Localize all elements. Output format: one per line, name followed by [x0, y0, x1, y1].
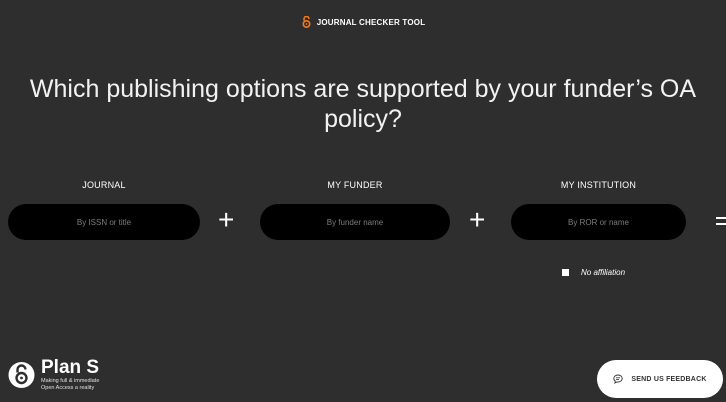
no-affiliation-option[interactable]: No affiliation	[562, 268, 625, 277]
journal-checker-page: JOURNAL CHECKER TOOL Which publishing op…	[0, 0, 726, 402]
speech-bubble-icon	[613, 374, 624, 384]
institution-label: MY INSTITUTION	[560, 180, 637, 190]
plan-s-text: Plan S Making full & immediate Open Acce…	[41, 358, 99, 392]
no-affiliation-label: No affiliation	[581, 268, 626, 277]
funder-label: MY FUNDER	[327, 180, 383, 190]
journal-input[interactable]	[8, 204, 200, 240]
plan-s-title: Plan S	[41, 357, 100, 378]
tool-name: JOURNAL CHECKER TOOL	[316, 17, 426, 27]
no-affiliation-checkbox[interactable]	[562, 269, 569, 276]
plan-s-logo-icon	[8, 362, 35, 388]
open-access-lock-icon	[302, 16, 311, 28]
institution-input[interactable]	[511, 204, 686, 240]
plan-s-tagline-1: Making full & immediate	[41, 378, 100, 384]
page-question: Which publishing options are supported b…	[29, 75, 697, 133]
send-feedback-button[interactable]: SEND US FEEDBACK	[597, 360, 723, 398]
journal-label: JOURNAL	[82, 180, 126, 190]
funder-input[interactable]	[260, 204, 450, 240]
equals-icon	[716, 212, 726, 228]
top-bar: JOURNAL CHECKER TOOL	[0, 0, 726, 44]
plus-icon: +	[218, 204, 235, 235]
brand[interactable]: JOURNAL CHECKER TOOL	[301, 16, 426, 28]
send-feedback-label: SEND US FEEDBACK	[631, 375, 707, 383]
plan-s-logo[interactable]: Plan S Making full & immediate Open Acce…	[8, 358, 99, 392]
plus-icon: +	[469, 204, 486, 235]
plan-s-tagline-2: Open Access a reality	[41, 385, 95, 391]
